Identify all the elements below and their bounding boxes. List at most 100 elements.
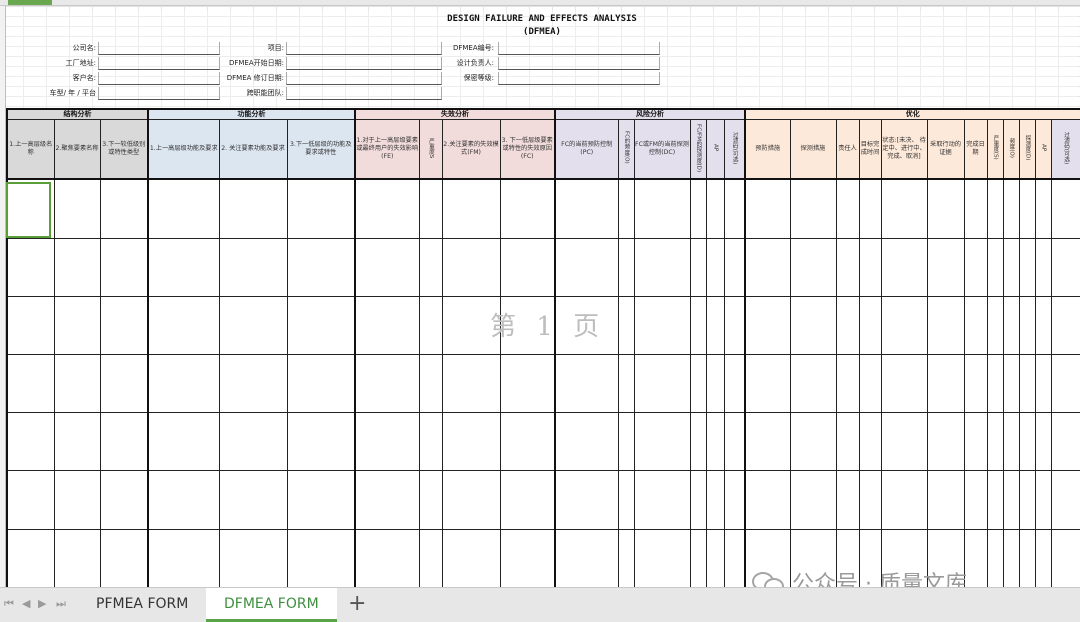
table-cell[interactable] xyxy=(723,528,746,587)
table-cell[interactable] xyxy=(1018,470,1036,530)
table-cell[interactable] xyxy=(441,353,501,414)
table-cell[interactable] xyxy=(705,470,725,530)
table-cell[interactable] xyxy=(53,412,101,472)
table-cell[interactable] xyxy=(617,295,635,355)
table-cell[interactable] xyxy=(441,237,501,297)
col-header-failure-mode[interactable]: 2.关注要素的失效模式(FM) xyxy=(441,118,501,181)
table-cell[interactable] xyxy=(554,237,619,297)
add-sheet-button[interactable]: + xyxy=(348,590,366,618)
table-cell[interactable] xyxy=(880,412,928,472)
start-date-field[interactable] xyxy=(286,57,442,70)
table-cell[interactable] xyxy=(723,237,746,297)
table-cell[interactable] xyxy=(554,412,619,472)
table-cell[interactable] xyxy=(705,178,725,239)
table-cell[interactable] xyxy=(147,528,220,587)
table-cell[interactable] xyxy=(617,412,635,472)
col-header-target-date[interactable]: 目标完成时间 xyxy=(858,118,882,181)
table-cell[interactable] xyxy=(689,353,707,414)
table-cell[interactable] xyxy=(705,528,725,587)
table-cell[interactable] xyxy=(147,237,220,297)
table-cell[interactable] xyxy=(789,412,837,472)
table-cell[interactable] xyxy=(1050,353,1080,414)
table-cell[interactable] xyxy=(689,412,707,472)
table-cell[interactable] xyxy=(286,528,356,587)
col-header-detection[interactable]: FC/FM的探测度(D) xyxy=(689,118,707,181)
col-header-failure-cause[interactable]: 3. 下一低层级要素或特性的失效原因(FC) xyxy=(499,118,556,181)
table-cell[interactable] xyxy=(963,178,988,239)
table-cell[interactable] xyxy=(218,528,288,587)
table-cell[interactable] xyxy=(744,178,791,239)
table-cell[interactable] xyxy=(499,470,556,530)
table-cell[interactable] xyxy=(1034,470,1052,530)
table-cell[interactable] xyxy=(617,237,635,297)
table-cell[interactable] xyxy=(418,412,443,472)
table-cell[interactable] xyxy=(286,178,356,239)
table-cell[interactable] xyxy=(963,353,988,414)
table-cell[interactable] xyxy=(835,353,860,414)
table-cell[interactable] xyxy=(963,528,988,587)
table-cell[interactable] xyxy=(986,528,1004,587)
table-cell[interactable] xyxy=(499,528,556,587)
table-cell[interactable] xyxy=(835,470,860,530)
table-cell[interactable] xyxy=(1002,295,1020,355)
table-cell[interactable] xyxy=(986,470,1004,530)
col-header-new-ap[interactable]: AP xyxy=(1034,118,1052,181)
table-cell[interactable] xyxy=(744,237,791,297)
col-header-status[interactable]: 状态:[未决、 待定中、进行中、完成、取消] xyxy=(880,118,928,181)
table-cell[interactable] xyxy=(880,353,928,414)
table-cell[interactable] xyxy=(147,295,220,355)
table-cell[interactable] xyxy=(789,295,837,355)
table-cell[interactable] xyxy=(880,237,928,297)
table-cell[interactable] xyxy=(858,412,882,472)
table-cell[interactable] xyxy=(418,295,443,355)
table-cell[interactable] xyxy=(99,178,149,239)
table-cell[interactable] xyxy=(1018,295,1036,355)
col-header-responsible[interactable]: 责任人 xyxy=(835,118,860,181)
table-cell[interactable] xyxy=(689,470,707,530)
table-cell[interactable] xyxy=(1034,237,1052,297)
table-cell[interactable] xyxy=(354,470,420,530)
table-cell[interactable] xyxy=(1050,237,1080,297)
table-cell[interactable] xyxy=(1018,412,1036,472)
table-cell[interactable] xyxy=(99,237,149,297)
table-cell[interactable] xyxy=(1002,470,1020,530)
model-field[interactable] xyxy=(98,87,220,100)
table-cell[interactable] xyxy=(499,412,556,472)
table-cell[interactable] xyxy=(1050,470,1080,530)
table-cell[interactable] xyxy=(441,528,501,587)
table-cell[interactable] xyxy=(986,178,1004,239)
table-cell[interactable] xyxy=(286,295,356,355)
table-cell[interactable] xyxy=(6,237,55,297)
table-cell[interactable] xyxy=(1034,353,1052,414)
table-cell[interactable] xyxy=(723,412,746,472)
table-cell[interactable] xyxy=(1050,412,1080,472)
table-cell[interactable] xyxy=(1018,528,1036,587)
table-cell[interactable] xyxy=(723,470,746,530)
table-cell[interactable] xyxy=(1050,528,1080,587)
project-field[interactable] xyxy=(286,42,442,55)
table-cell[interactable] xyxy=(218,295,288,355)
table-cell[interactable] xyxy=(441,470,501,530)
table-cell[interactable] xyxy=(835,412,860,472)
table-cell[interactable] xyxy=(441,178,501,239)
table-cell[interactable] xyxy=(744,295,791,355)
table-cell[interactable] xyxy=(218,237,288,297)
table-cell[interactable] xyxy=(1034,295,1052,355)
table-cell[interactable] xyxy=(354,353,420,414)
table-cell[interactable] xyxy=(880,295,928,355)
table-cell[interactable] xyxy=(218,353,288,414)
table-cell[interactable] xyxy=(689,237,707,297)
col-header-detection-control[interactable]: FC或FM的当前探测控制(DC) xyxy=(633,118,691,181)
table-cell[interactable] xyxy=(880,178,928,239)
plant-field[interactable] xyxy=(98,57,220,70)
revision-date-field[interactable] xyxy=(286,72,442,85)
table-cell[interactable] xyxy=(633,353,691,414)
table-cell[interactable] xyxy=(705,237,725,297)
table-cell[interactable] xyxy=(1034,412,1052,472)
col-header-focus-function[interactable]: 2. 关注要素功能及要求 xyxy=(218,118,288,181)
table-cell[interactable] xyxy=(354,528,420,587)
col-header-severity[interactable]: 严重度S xyxy=(418,118,443,181)
dfmea-no-field[interactable] xyxy=(498,42,660,55)
table-cell[interactable] xyxy=(418,470,443,530)
table-cell[interactable] xyxy=(858,295,882,355)
